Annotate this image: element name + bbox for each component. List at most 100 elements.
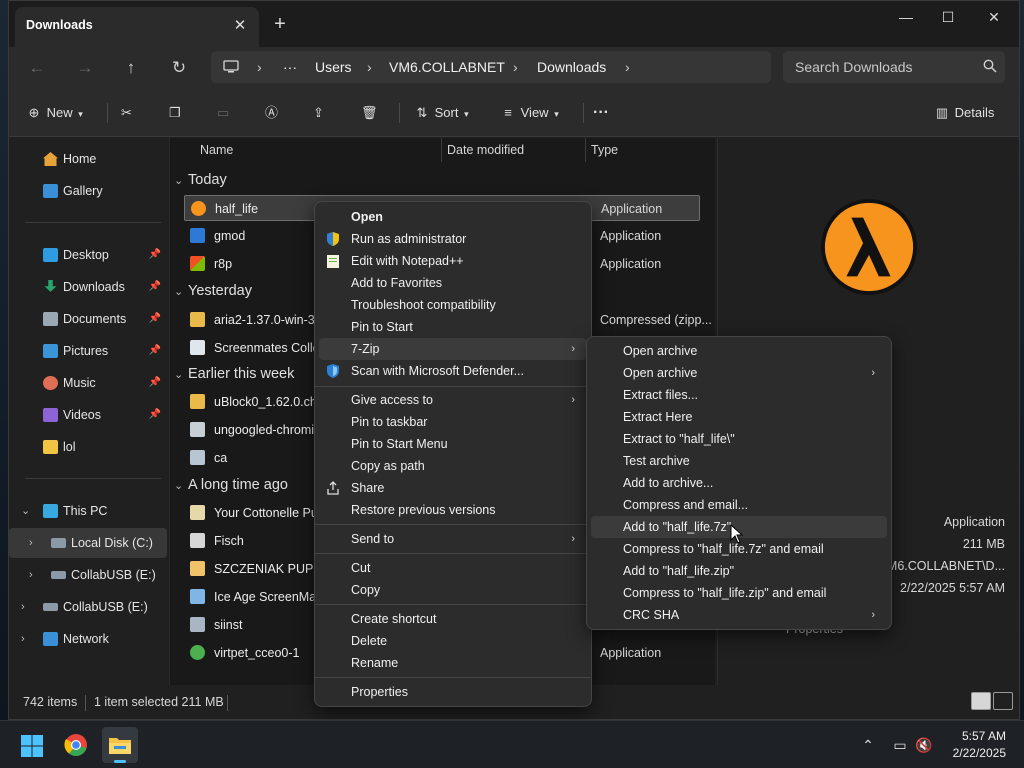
cut-icon[interactable]: ✂ xyxy=(121,98,132,128)
breadcrumb[interactable]: › ··· Users › VM6.COLLABNET › Downloads … xyxy=(211,51,771,83)
sidebar-item-collabusb-1[interactable]: › CollabUSB (E:) xyxy=(9,560,167,590)
sidebar-item-gallery[interactable]: Gallery xyxy=(9,176,167,206)
clock-time[interactable]: 5:57 AM xyxy=(962,729,1006,743)
copy-icon[interactable]: ❐ xyxy=(169,98,181,128)
sidebar-item-documents[interactable]: Documents 📌 xyxy=(9,304,167,334)
delete-icon[interactable]: 🗑 xyxy=(361,98,378,128)
menu-item-properties[interactable]: Properties xyxy=(319,681,587,703)
submenu-item-extract-files[interactable]: Extract files... xyxy=(591,384,887,406)
sidebar-item-home[interactable]: Home xyxy=(9,144,167,174)
chevron-up-icon[interactable]: ⌃ xyxy=(858,735,878,755)
sidebar-item-videos[interactable]: Videos 📌 xyxy=(9,400,167,430)
new-button[interactable]: ⊕ New ▾ xyxy=(25,98,83,128)
menu-item-send-to[interactable]: Send to › xyxy=(319,528,587,550)
back-icon[interactable]: ← xyxy=(21,53,53,83)
chrome-taskbar-button[interactable] xyxy=(58,727,94,763)
forward-icon[interactable]: → xyxy=(69,53,101,83)
chevron-down-icon[interactable]: ⌄ xyxy=(21,496,30,526)
minimize-button[interactable]: — xyxy=(883,1,929,33)
volume-muted-icon[interactable]: 🔇 xyxy=(914,735,934,755)
file-explorer-taskbar-button[interactable] xyxy=(102,727,138,763)
crumb-separator[interactable]: › xyxy=(257,51,262,83)
menu-item-7zip[interactable]: 7-Zip › xyxy=(319,338,587,360)
details-button[interactable]: ▥ Details xyxy=(933,98,995,128)
chevron-right-icon[interactable]: › xyxy=(21,592,25,622)
menu-item-run-as-admin[interactable]: Run as administrator xyxy=(319,228,587,250)
share-icon[interactable]: ⇪ xyxy=(313,98,324,128)
submenu-item-crc-sha[interactable]: CRC SHA › xyxy=(591,604,887,626)
group-header-long-ago[interactable]: ⌄ A long time ago xyxy=(174,472,288,498)
submenu-item-test-archive[interactable]: Test archive xyxy=(591,450,887,472)
sidebar-item-lol[interactable]: lol xyxy=(9,432,167,462)
sidebar-item-music[interactable]: Music 📌 xyxy=(9,368,167,398)
menu-item-copy[interactable]: Copy xyxy=(319,579,587,601)
menu-item-delete[interactable]: Delete xyxy=(319,630,587,652)
group-header-yesterday[interactable]: ⌄ Yesterday xyxy=(174,278,252,304)
menu-item-troubleshoot[interactable]: Troubleshoot compatibility xyxy=(319,294,587,316)
crumb-vm6-collabnet[interactable]: VM6.COLLABNET xyxy=(389,51,505,83)
more-options-icon[interactable]: ··· xyxy=(593,98,609,128)
crumb-separator[interactable]: › xyxy=(513,51,518,83)
view-button[interactable]: ≡ View ▾ xyxy=(499,98,559,128)
crumb-downloads[interactable]: Downloads xyxy=(537,51,606,83)
submenu-item-extract-here[interactable]: Extract Here xyxy=(591,406,887,428)
menu-item-give-access[interactable]: Give access to › xyxy=(319,389,587,411)
submenu-item-extract-to[interactable]: Extract to "half_life\" xyxy=(591,428,887,450)
column-header-type[interactable]: Type xyxy=(591,138,618,162)
sidebar-item-this-pc[interactable]: ⌄ This PC xyxy=(9,496,167,526)
crumb-users[interactable]: Users xyxy=(315,51,352,83)
computer-icon[interactable] xyxy=(223,60,239,74)
menu-item-open[interactable]: Open xyxy=(319,206,587,228)
sidebar-item-pictures[interactable]: Pictures 📌 xyxy=(9,336,167,366)
column-header-name[interactable]: Name xyxy=(200,138,233,162)
submenu-item-open-archive[interactable]: Open archive xyxy=(591,340,887,362)
tab-downloads[interactable]: Downloads ✕ xyxy=(15,7,259,47)
menu-item-defender[interactable]: Scan with Microsoft Defender... xyxy=(319,360,587,382)
close-button[interactable]: ✕ xyxy=(971,1,1017,33)
up-icon[interactable]: ↑ xyxy=(115,53,147,83)
search-input[interactable]: Search Downloads xyxy=(783,51,1005,83)
clock-date[interactable]: 2/22/2025 xyxy=(953,746,1006,760)
group-header-today[interactable]: ⌄ Today xyxy=(174,167,227,193)
windows-start-icon[interactable] xyxy=(20,734,44,758)
menu-item-pin-to-taskbar[interactable]: Pin to taskbar xyxy=(319,411,587,433)
menu-item-create-shortcut[interactable]: Create shortcut xyxy=(319,608,587,630)
crumb-separator[interactable]: › xyxy=(367,51,372,83)
maximize-button[interactable]: ☐ xyxy=(925,1,971,33)
sidebar-item-network[interactable]: › Network xyxy=(9,624,167,654)
menu-item-pin-to-start-menu[interactable]: Pin to Start Menu xyxy=(319,433,587,455)
submenu-item-compress-email[interactable]: Compress and email... xyxy=(591,494,887,516)
tiles-view-icon[interactable] xyxy=(993,692,1013,710)
menu-item-share[interactable]: Share xyxy=(319,477,587,499)
menu-item-copy-as-path[interactable]: Copy as path xyxy=(319,455,587,477)
refresh-icon[interactable]: ↻ xyxy=(163,53,195,83)
column-header-date[interactable]: Date modified xyxy=(447,138,524,162)
sort-button[interactable]: ⇅ Sort ▾ xyxy=(413,98,469,128)
submenu-item-add-to-archive[interactable]: Add to archive... xyxy=(591,472,887,494)
network-icon[interactable]: ▭ xyxy=(890,735,910,755)
chevron-right-icon[interactable]: › xyxy=(29,528,33,558)
menu-item-cut[interactable]: Cut xyxy=(319,557,587,579)
sidebar-item-desktop[interactable]: Desktop 📌 xyxy=(9,240,167,270)
new-tab-button[interactable]: + xyxy=(267,13,293,39)
crumb-separator[interactable]: › xyxy=(625,51,630,83)
menu-item-restore-versions[interactable]: Restore previous versions xyxy=(319,499,587,521)
menu-item-rename[interactable]: Rename xyxy=(319,652,587,674)
sidebar-item-downloads[interactable]: Downloads 📌 xyxy=(9,272,167,302)
submenu-item-compress-zip-email[interactable]: Compress to "half_life.zip" and email xyxy=(591,582,887,604)
chevron-right-icon[interactable]: › xyxy=(21,624,25,654)
rename-icon[interactable]: Ⓐ xyxy=(265,98,278,128)
paste-icon[interactable]: ▭ xyxy=(217,98,229,128)
menu-item-notepad[interactable]: Edit with Notepad++ xyxy=(319,250,587,272)
chevron-right-icon[interactable]: › xyxy=(29,560,33,590)
crumb-ellipsis[interactable]: ··· xyxy=(283,51,297,83)
sidebar-item-local-disk[interactable]: › Local Disk (C:) xyxy=(9,528,167,558)
submenu-item-add-to-zip[interactable]: Add to "half_life.zip" xyxy=(591,560,887,582)
menu-item-add-to-favorites[interactable]: Add to Favorites xyxy=(319,272,587,294)
sidebar-item-collabusb-2[interactable]: › CollabUSB (E:) xyxy=(9,592,167,622)
group-header-earlier-this-week[interactable]: ⌄ Earlier this week xyxy=(174,361,294,387)
tab-close-icon[interactable]: ✕ xyxy=(229,15,251,37)
details-view-icon[interactable] xyxy=(971,692,991,710)
menu-item-pin-to-start[interactable]: Pin to Start xyxy=(319,316,587,338)
submenu-item-open-archive-more[interactable]: Open archive › xyxy=(591,362,887,384)
